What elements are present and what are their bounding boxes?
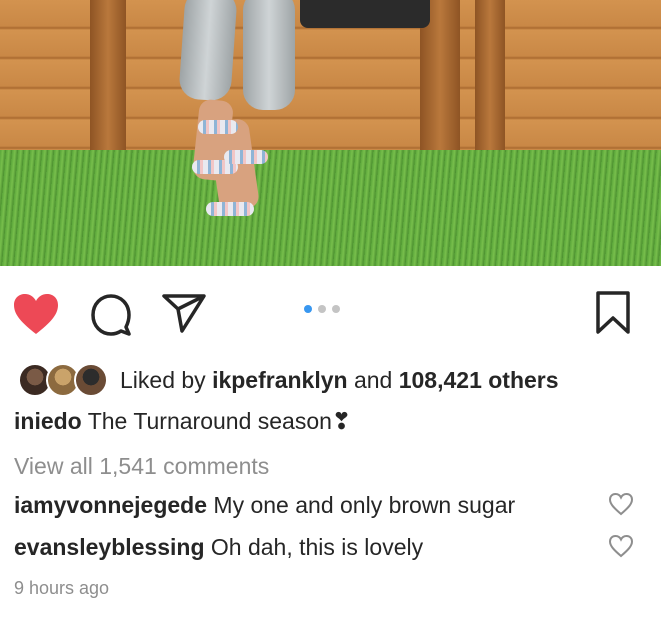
likes-count[interactable]: 108,421 others — [399, 367, 559, 393]
sandal — [206, 202, 254, 216]
heart-outline-icon[interactable] — [608, 534, 634, 558]
carousel-indicator — [304, 305, 340, 313]
sandal — [224, 150, 268, 164]
post-caption: iniedo The Turnaround season❣ — [14, 408, 351, 435]
handbag — [300, 0, 430, 28]
comment-icon[interactable] — [90, 294, 132, 336]
comment-username[interactable]: iamyvonnejegede — [14, 492, 207, 518]
heart-filled-icon[interactable] — [12, 292, 60, 336]
likes-summary[interactable]: Liked by ikpefranklyn and 108,421 others — [18, 362, 559, 398]
sandal — [198, 120, 238, 134]
liker-username[interactable]: ikpefranklyn — [212, 367, 348, 393]
grass — [0, 150, 661, 266]
comment-text: My one and only brown sugar — [207, 492, 516, 518]
paper-plane-icon[interactable] — [160, 292, 208, 334]
view-all-comments-link[interactable]: View all 1,541 comments — [14, 453, 269, 480]
post-timestamp: 9 hours ago — [14, 578, 110, 598]
comment-item: evansleyblessing Oh dah, this is lovely — [14, 534, 423, 561]
carousel-dot — [332, 305, 340, 313]
bookmark-icon[interactable] — [593, 290, 633, 336]
leg — [243, 0, 295, 110]
likes-text: Liked by ikpefranklyn and 108,421 others — [120, 367, 559, 394]
comment-item: iamyvonnejegede My one and only brown su… — [14, 492, 515, 519]
caption-username[interactable]: iniedo — [14, 408, 82, 434]
leg — [178, 0, 238, 102]
avatar — [74, 363, 108, 397]
action-bar — [0, 282, 661, 342]
carousel-dot — [304, 305, 312, 313]
caption-text: The Turnaround season❣ — [81, 408, 352, 434]
post-photo[interactable] — [0, 0, 661, 266]
likes-connector: and — [347, 366, 399, 393]
wooden-post — [90, 0, 126, 170]
carousel-dot — [318, 305, 326, 313]
comment-username[interactable]: evansleyblessing — [14, 534, 205, 560]
heart-outline-icon[interactable] — [608, 492, 634, 516]
likes-prefix: Liked by — [120, 366, 213, 393]
liker-avatars — [18, 363, 108, 397]
comment-text: Oh dah, this is lovely — [204, 534, 424, 560]
wooden-post — [475, 0, 505, 170]
